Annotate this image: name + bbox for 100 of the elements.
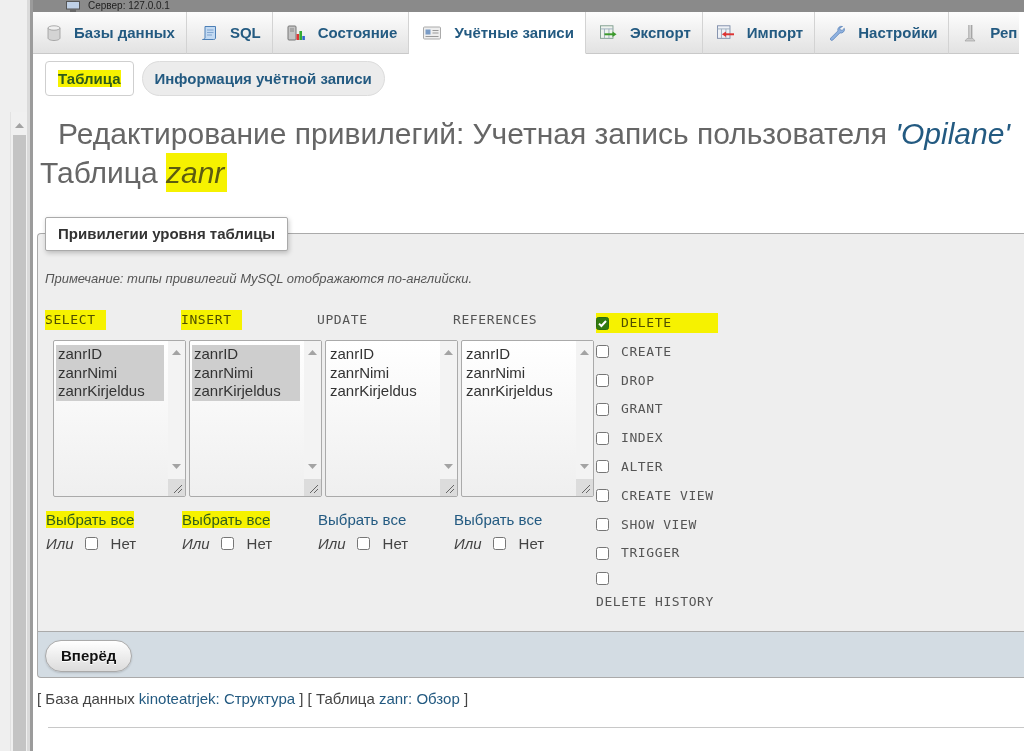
privilege-option[interactable]: GRANT (596, 399, 718, 420)
stand-icon (963, 23, 978, 42)
resize-grip-icon[interactable] (440, 479, 457, 496)
column-listbox[interactable]: zanrID zanrNimi zanrKirjeldus (461, 340, 594, 497)
list-option[interactable]: zanrKirjeldus (464, 382, 572, 401)
server-breadcrumb[interactable]: Сервер: 127.0.0.1 (88, 0, 170, 12)
or-label: Или (454, 534, 483, 552)
checkbox[interactable] (596, 316, 609, 330)
scroll-down-icon[interactable] (172, 464, 181, 469)
list-option[interactable]: zanrKirjeldus (192, 382, 300, 401)
checkbox[interactable] (596, 345, 609, 359)
wrench-icon (829, 24, 846, 41)
nav-tab[interactable]: Базы данных (33, 12, 187, 54)
privilege-option[interactable]: DELETE HISTORY (596, 572, 718, 613)
privilege-option[interactable]: ALTER (596, 457, 718, 477)
breadcrumb-link[interactable]: kinoteatrjek: Структура (138, 689, 296, 707)
scroll-up-icon[interactable] (308, 350, 317, 355)
privilege-option[interactable]: CREATE VIEW (596, 485, 718, 506)
privilege-header: INSERT (181, 310, 242, 330)
column-listbox[interactable]: zanrID zanrNimi zanrKirjeldus (53, 340, 186, 497)
list-option[interactable]: zanrKirjeldus (56, 382, 164, 401)
select-all-link[interactable]: Выбрать все (454, 511, 543, 528)
scroll-icon (200, 24, 217, 41)
none-label[interactable]: Нет (246, 534, 273, 552)
list-option[interactable]: zanrNimi (464, 363, 572, 382)
checkbox[interactable] (84, 536, 98, 550)
list-option[interactable]: zanrKirjeldus (328, 382, 436, 401)
scroll-up-icon[interactable] (444, 350, 453, 355)
select-all-link[interactable]: Выбрать все (46, 511, 135, 528)
sub-tab[interactable]: Информация учётной записи (141, 61, 385, 96)
none-label[interactable]: Нет (382, 534, 409, 552)
none-label[interactable]: Нет (518, 534, 545, 552)
column-listbox[interactable]: zanrID zanrNimi zanrKirjeldus (325, 340, 458, 497)
privilege-option[interactable]: SHOW VIEW (596, 514, 718, 535)
user-link[interactable]: 'Opilane' (895, 117, 1013, 150)
table-export-icon (599, 25, 617, 40)
id-card-icon (423, 25, 442, 40)
resize-grip-icon[interactable] (576, 479, 593, 496)
nav-tab[interactable]: Настройки (815, 12, 950, 54)
checkbox[interactable] (596, 518, 609, 532)
nav-tab[interactable]: Импорт (702, 12, 816, 54)
scrollbar[interactable] (10, 112, 27, 751)
privilege-header: REFERENCES (453, 311, 538, 329)
column-listbox[interactable]: zanrID zanrNimi zanrKirjeldus (189, 340, 322, 497)
privilege-option[interactable]: INDEX (596, 428, 718, 449)
checkbox[interactable] (596, 489, 609, 503)
sub-tab[interactable]: Таблица (45, 61, 134, 96)
table-import-icon (716, 25, 734, 40)
none-label[interactable]: Нет (110, 534, 137, 552)
checkbox[interactable] (596, 460, 609, 474)
title-table-name: zanr (166, 153, 228, 192)
breadcrumb-text: [ База данных kinoteatrjek: Структура ] [ Таблица zanr: Обзор ] (37, 689, 469, 708)
page-title: Редактирование привилегий: Учетная запись пользователя 'Opilane' (57, 116, 1013, 152)
select-all-link[interactable]: Выбрать все (318, 511, 407, 528)
scroll-down-icon[interactable] (580, 464, 589, 469)
privilege-header: UPDATE (317, 311, 368, 329)
list-option[interactable]: zanrID (328, 345, 436, 364)
scrollbar-thumb[interactable] (12, 135, 26, 751)
checkbox[interactable] (220, 536, 234, 550)
nav-tab[interactable]: SQL (186, 12, 273, 54)
or-label: Или (46, 534, 75, 552)
computer-icon (66, 0, 80, 12)
scrollbar[interactable] (440, 341, 457, 496)
checkbox[interactable] (596, 572, 609, 586)
nav-tab[interactable]: Состояние (272, 12, 410, 54)
privilege-option[interactable]: DELETE (596, 313, 718, 333)
privilege-option[interactable]: DROP (596, 370, 718, 391)
breadcrumb-link[interactable]: zanr: Обзор (378, 689, 460, 707)
nav-tab[interactable]: Реп (949, 12, 1020, 54)
bar-chart-icon (286, 24, 305, 41)
privilege-option[interactable]: TRIGGER (596, 543, 718, 564)
scrollbar[interactable] (168, 341, 185, 496)
list-option[interactable]: zanrNimi (328, 363, 436, 382)
or-label: Или (182, 534, 211, 552)
scroll-down-icon[interactable] (308, 464, 317, 469)
scrollbar[interactable] (304, 341, 321, 496)
scroll-up-icon[interactable] (172, 350, 181, 355)
panel-legend: Привилегии уровня таблицы (45, 217, 289, 251)
checkbox[interactable] (596, 374, 609, 388)
privilege-header: SELECT (45, 310, 106, 330)
scroll-up-icon[interactable] (580, 350, 589, 355)
checkbox[interactable] (596, 546, 609, 560)
list-option[interactable]: zanrID (464, 345, 572, 364)
resize-grip-icon[interactable] (168, 479, 185, 496)
checkbox[interactable] (596, 402, 609, 416)
privilege-option[interactable]: CREATE (596, 341, 718, 362)
select-all-link[interactable]: Выбрать все (182, 511, 271, 528)
checkbox[interactable] (492, 536, 506, 550)
or-label: Или (318, 534, 347, 552)
list-option[interactable]: zanrID (56, 345, 164, 364)
scroll-down-icon[interactable] (444, 464, 453, 469)
list-option[interactable]: zanrID (192, 345, 300, 364)
submit-button[interactable]: Вперёд (45, 639, 133, 672)
scroll-up-icon[interactable] (14, 123, 24, 128)
checkbox[interactable] (596, 431, 609, 445)
nav-tab[interactable]: Экспорт (585, 12, 703, 54)
scrollbar[interactable] (576, 341, 593, 496)
resize-grip-icon[interactable] (304, 479, 321, 496)
checkbox[interactable] (356, 536, 370, 550)
title-table-label: Таблица (40, 156, 158, 189)
